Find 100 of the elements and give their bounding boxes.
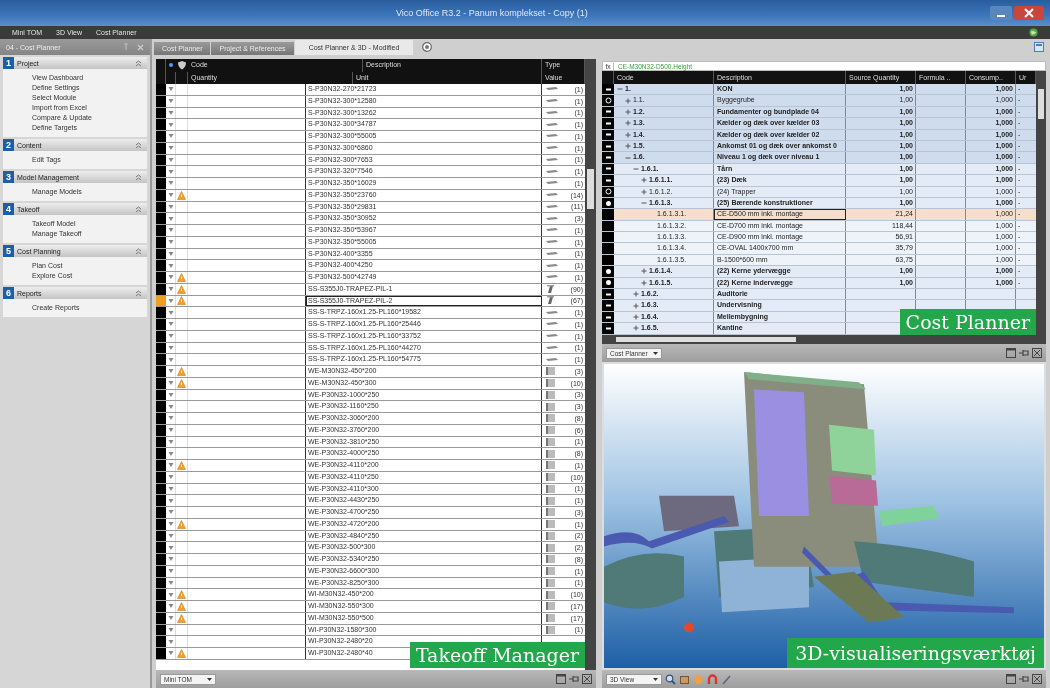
row-header[interactable] xyxy=(602,323,614,334)
wall-icon xyxy=(546,520,556,529)
scrollbar[interactable] xyxy=(585,59,596,670)
step-number: 3 xyxy=(3,171,14,183)
expand-icon[interactable] xyxy=(625,143,631,150)
row-selector[interactable] xyxy=(156,471,166,483)
globe-icon[interactable] xyxy=(1029,28,1038,37)
expand-icon[interactable] xyxy=(625,97,631,104)
row-header[interactable] xyxy=(602,289,614,300)
row-selector[interactable] xyxy=(156,530,166,542)
scrollbar[interactable] xyxy=(1036,71,1046,335)
collapse-icon[interactable] xyxy=(135,205,142,213)
row-header[interactable] xyxy=(602,197,614,209)
close-button[interactable] xyxy=(1014,6,1044,20)
expand-icon[interactable] xyxy=(625,131,631,138)
row-selector[interactable] xyxy=(156,342,166,354)
wall-icon xyxy=(546,555,556,564)
row-selector[interactable] xyxy=(156,95,166,107)
close-icon[interactable] xyxy=(1032,348,1042,358)
expand-icon[interactable] xyxy=(633,314,639,320)
collapse-icon[interactable] xyxy=(633,165,639,172)
beam-icon xyxy=(546,356,558,363)
expand-icon[interactable] xyxy=(633,325,639,332)
pin-icon[interactable] xyxy=(569,675,579,683)
wall-icon xyxy=(546,414,556,423)
pencil-icon[interactable] xyxy=(721,673,732,685)
row-selector[interactable] xyxy=(156,377,166,389)
wall-icon xyxy=(546,461,556,470)
row-header[interactable] xyxy=(602,140,614,152)
collapse-icon[interactable] xyxy=(641,200,647,207)
row-header[interactable] xyxy=(602,186,614,197)
collapse-icon[interactable] xyxy=(625,154,631,161)
row-selector[interactable] xyxy=(156,107,166,119)
row-header[interactable] xyxy=(602,163,614,175)
expand-icon[interactable] xyxy=(633,291,639,298)
row-header[interactable] xyxy=(602,220,614,232)
row-selector[interactable] xyxy=(156,142,166,154)
row-header[interactable] xyxy=(602,106,614,118)
scrollbar[interactable] xyxy=(602,335,1046,344)
row-header[interactable] xyxy=(602,84,614,95)
row-header[interactable] xyxy=(602,129,614,140)
row-header[interactable] xyxy=(602,311,614,323)
row-selector[interactable] xyxy=(156,389,166,401)
row-header[interactable] xyxy=(602,175,614,186)
expand-icon[interactable] xyxy=(641,279,647,286)
pin-icon[interactable] xyxy=(1019,349,1029,357)
beam-icon xyxy=(546,344,558,351)
expand-icon[interactable] xyxy=(625,109,631,115)
beam-icon xyxy=(546,274,558,281)
expand-icon[interactable] xyxy=(641,177,647,184)
shield-icon[interactable] xyxy=(176,59,188,72)
expand-icon[interactable] xyxy=(641,268,647,275)
layout-icon[interactable] xyxy=(1034,42,1044,52)
row-header[interactable] xyxy=(602,152,614,163)
row-selector[interactable] xyxy=(156,612,166,624)
row-selector[interactable] xyxy=(156,518,166,530)
row-selector[interactable] xyxy=(156,154,166,166)
row-header[interactable] xyxy=(602,232,614,243)
row-header[interactable] xyxy=(602,266,614,277)
row-header[interactable] xyxy=(602,254,614,266)
row-selector[interactable] xyxy=(156,565,166,577)
window-title: Vico Office R3.2 - Panum komplekset - Copy (1) xyxy=(396,8,588,18)
collapse-icon[interactable] xyxy=(135,247,142,255)
expand-icon[interactable] xyxy=(625,120,631,127)
window-icon[interactable] xyxy=(556,674,566,684)
row-selector[interactable] xyxy=(156,424,166,436)
search-icon[interactable] xyxy=(665,673,676,685)
pin-icon[interactable] xyxy=(1019,675,1029,683)
row-selector[interactable] xyxy=(156,201,166,213)
collapse-icon[interactable] xyxy=(135,59,142,67)
row-header[interactable] xyxy=(602,95,614,106)
expand-icon[interactable] xyxy=(633,302,639,309)
row-selector[interactable] xyxy=(156,189,166,201)
beam-icon xyxy=(546,156,558,163)
row-header[interactable] xyxy=(602,277,614,289)
row-selector[interactable] xyxy=(156,436,166,448)
box-icon[interactable] xyxy=(679,673,690,685)
row-selector[interactable] xyxy=(156,330,166,342)
expand-icon[interactable] xyxy=(641,188,647,195)
add-tab-icon[interactable] xyxy=(422,42,433,52)
magnet-icon[interactable] xyxy=(707,673,718,685)
collapse-icon[interactable] xyxy=(135,289,142,297)
minimize-button[interactable] xyxy=(990,6,1012,20)
row-selector[interactable] xyxy=(156,236,166,248)
close-icon[interactable] xyxy=(1032,674,1042,684)
row-header[interactable] xyxy=(602,118,614,129)
row-selector[interactable] xyxy=(156,577,166,589)
row-selector[interactable] xyxy=(156,248,166,260)
row-selector[interactable] xyxy=(156,483,166,495)
step-number: 5 xyxy=(3,245,14,257)
collapse-icon[interactable] xyxy=(135,173,142,181)
collapse-icon[interactable] xyxy=(617,86,623,93)
window-icon[interactable] xyxy=(1006,348,1016,358)
row-selector[interactable] xyxy=(156,283,166,295)
row-header[interactable] xyxy=(602,300,614,311)
close-icon[interactable] xyxy=(582,674,592,684)
window-icon[interactable] xyxy=(1006,674,1016,684)
beam-icon xyxy=(546,203,558,210)
collapse-icon[interactable] xyxy=(135,141,142,149)
row-selector[interactable] xyxy=(156,624,166,636)
